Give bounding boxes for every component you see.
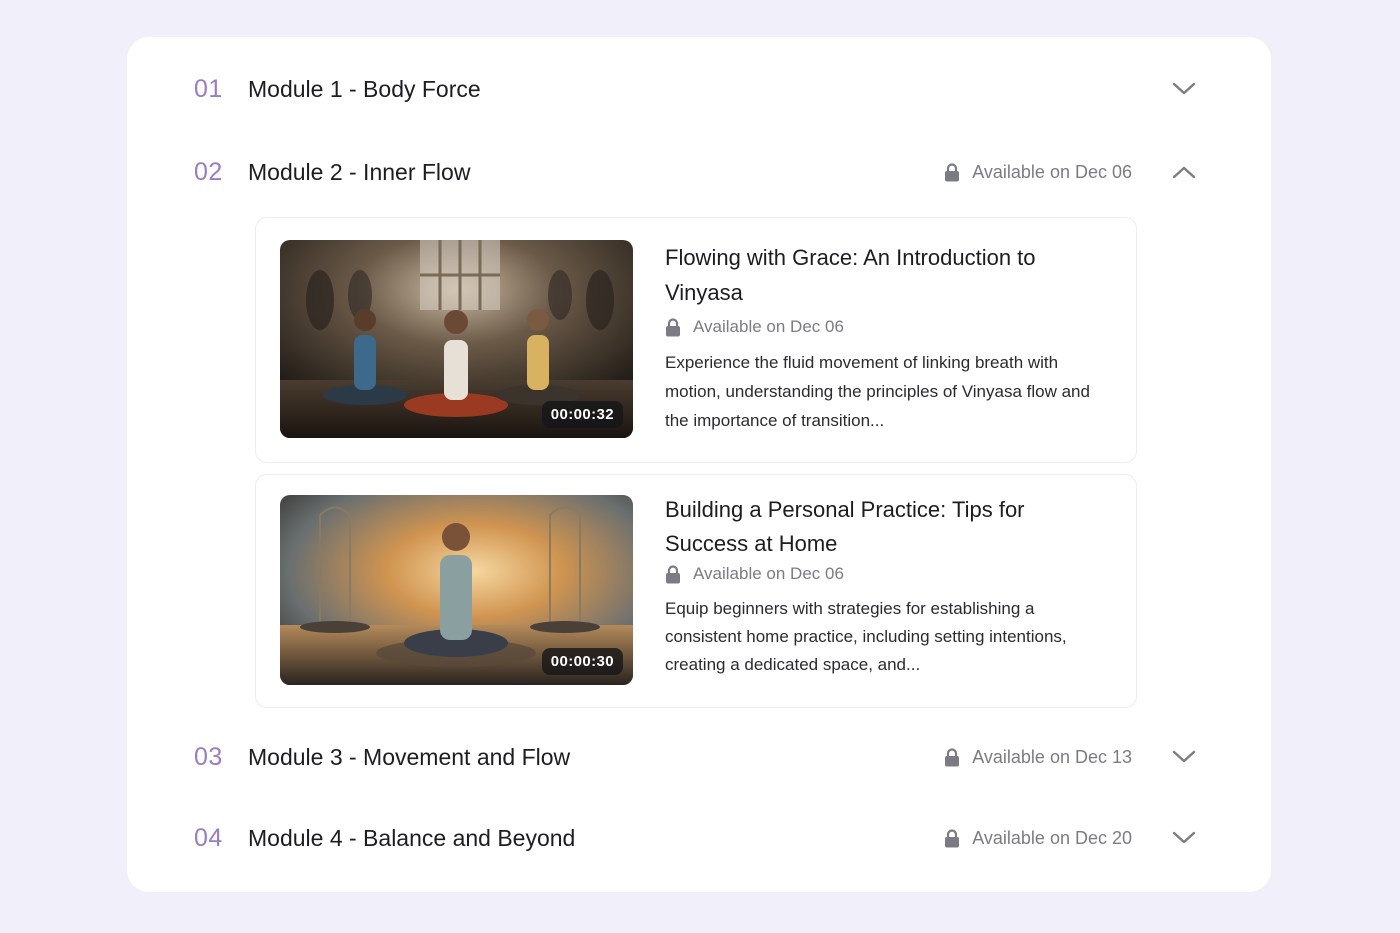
module-row-1[interactable]: 01 Module 1 - Body Force: [127, 69, 1271, 109]
lesson-description: Equip beginners with strategies for esta…: [665, 599, 1067, 674]
chevron-up-icon[interactable]: [1171, 159, 1197, 185]
video-duration: 00:00:32: [541, 401, 623, 428]
availability-text: Available on Dec 06: [693, 317, 844, 336]
lock-icon: [945, 747, 960, 766]
video-duration: 00:00:30: [541, 648, 623, 675]
module-row-4[interactable]: 04 Module 4 - Balance and Beyond Availab…: [127, 818, 1271, 858]
module-title: Module 1 - Body Force: [248, 75, 481, 102]
module-row-2[interactable]: 02 Module 2 - Inner Flow Available on De…: [127, 152, 1271, 192]
lock-icon: [666, 317, 680, 336]
lesson-description: Experience the fluid movement of linking…: [665, 353, 1090, 430]
lesson-card-2[interactable]: 00:00:30 Building a Personal Practice: T…: [255, 474, 1137, 708]
module-availability: Available on Dec 13: [944, 747, 1132, 768]
course-modules-card: 01 Module 1 - Body Force 02 Module 2 - I…: [127, 37, 1271, 892]
availability-text: Available on Dec 13: [972, 746, 1132, 767]
lock-icon: [945, 828, 960, 847]
module-title: Module 4 - Balance and Beyond: [248, 824, 576, 851]
availability-text: Available on Dec 20: [972, 827, 1132, 848]
chevron-down-icon[interactable]: [1171, 744, 1197, 770]
lesson-thumbnail[interactable]: 00:00:30: [280, 495, 633, 685]
chevron-down-icon[interactable]: [1171, 825, 1197, 851]
lesson-thumbnail[interactable]: 00:00:32: [280, 240, 633, 438]
module-number: 03: [194, 742, 223, 771]
lesson-info: Building a Personal Practice: Tips for S…: [665, 493, 1095, 679]
module-availability: Available on Dec 20: [944, 828, 1132, 849]
lesson-availability: Available on Dec 06: [665, 314, 1095, 340]
chevron-down-icon[interactable]: [1171, 76, 1197, 102]
availability-text: Available on Dec 06: [972, 161, 1132, 182]
module-number: 04: [194, 823, 223, 852]
module-title: Module 3 - Movement and Flow: [248, 743, 571, 770]
lock-icon: [666, 564, 680, 583]
lock-icon: [945, 162, 960, 181]
lesson-title[interactable]: Flowing with Grace: An Introduction to V…: [665, 240, 1095, 310]
module-availability: Available on Dec 06: [944, 162, 1132, 183]
lesson-card-1[interactable]: 00:00:32 Flowing with Grace: An Introduc…: [255, 217, 1137, 463]
module-number: 02: [194, 157, 223, 186]
module-title: Module 2 - Inner Flow: [248, 158, 471, 185]
module-row-3[interactable]: 03 Module 3 - Movement and Flow Availabl…: [127, 737, 1271, 777]
lesson-info: Flowing with Grace: An Introduction to V…: [665, 240, 1095, 435]
lesson-availability: Available on Dec 06: [665, 561, 1095, 587]
module-number: 01: [194, 74, 223, 103]
lesson-title[interactable]: Building a Personal Practice: Tips for S…: [665, 493, 1095, 561]
availability-text: Available on Dec 06: [693, 564, 844, 583]
